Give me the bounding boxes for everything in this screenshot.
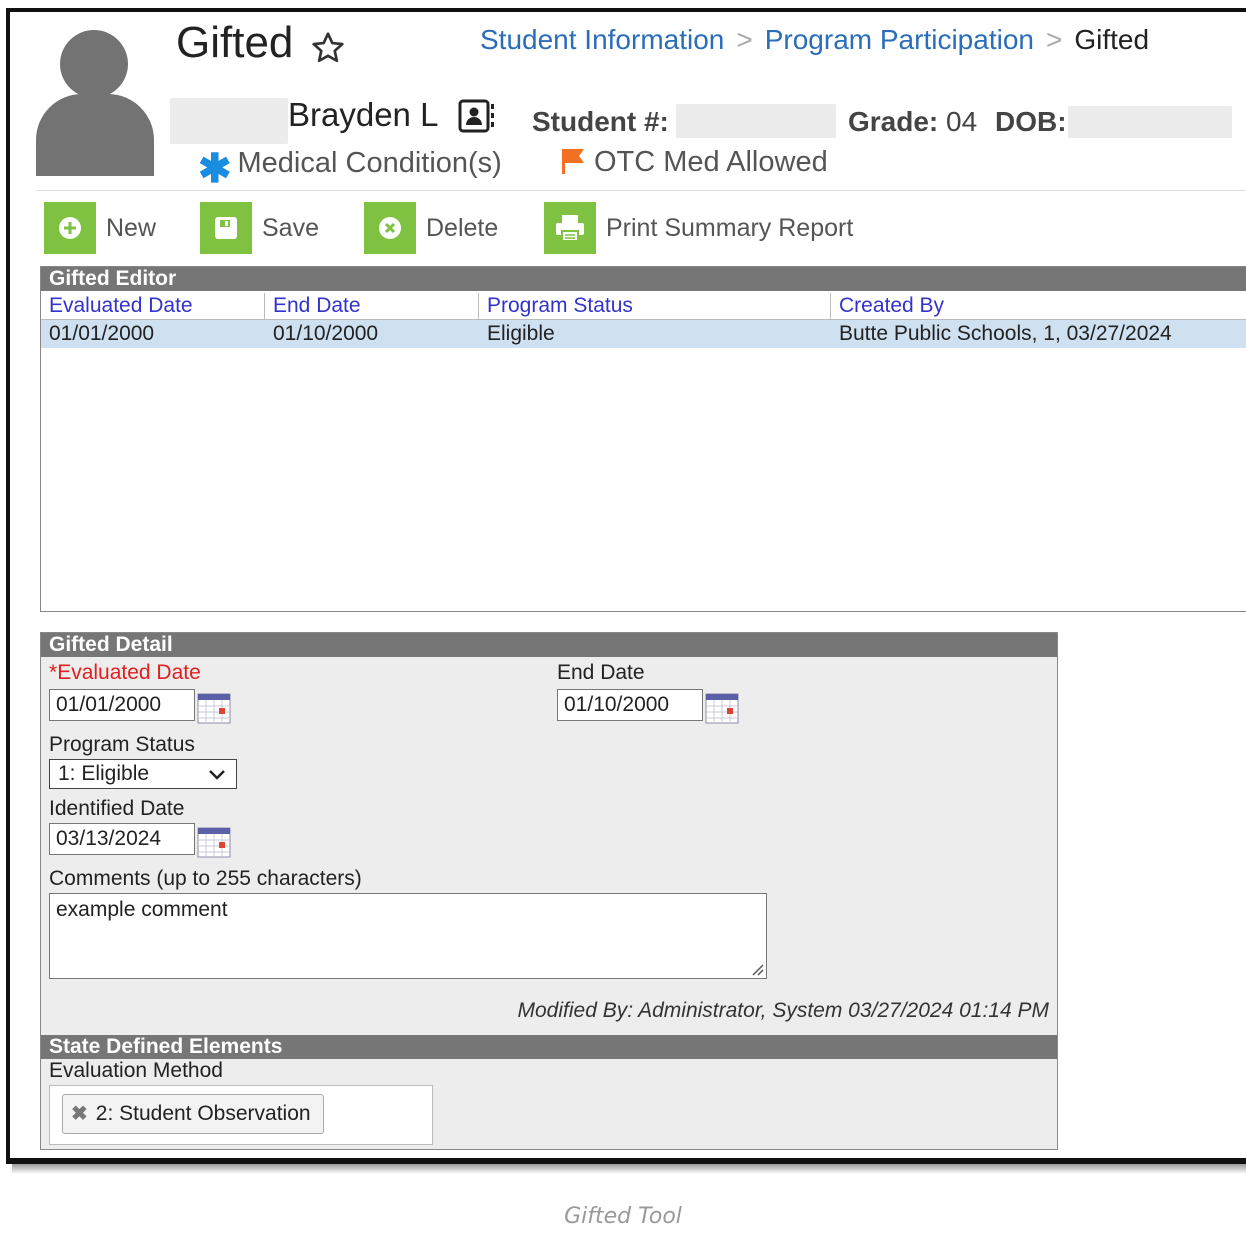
new-button[interactable]: New [44,202,156,254]
program-status-label: Program Status [49,733,195,756]
window-shadow [12,1164,1246,1174]
cell-end-date: 01/10/2000 [273,322,379,345]
print-button-label: Print Summary Report [606,213,854,242]
cell-program-status: Eligible [487,322,555,345]
print-summary-report-button[interactable]: Print Summary Report [544,202,853,254]
end-date-label: End Date [557,661,645,684]
dob-label: DOB: [995,106,1067,137]
redacted-dob [1068,106,1232,138]
otc-med-label: OTC Med Allowed [594,146,828,178]
grade-value: 04 [946,106,978,137]
breadcrumb: Student Information > Program Participatio… [480,24,1149,56]
evaluation-method-value: 2: Student Observation [95,1102,311,1125]
evaluated-date-label-text: Evaluated Date [57,661,201,684]
floppy-disk-icon [215,217,237,239]
comments-value: example comment [56,898,228,921]
breadcrumb-program-participation[interactable]: Program Participation [765,24,1034,55]
resize-handle-icon[interactable] [750,962,764,976]
program-status-value: 1: Eligible [58,762,150,785]
required-marker: * [49,661,58,684]
contact-card-icon[interactable] [456,96,496,136]
page-title: Gifted [176,18,294,67]
plus-circle-icon [59,217,81,239]
star-icon[interactable] [310,30,346,66]
cell-evaluated-date: 01/01/2000 [49,322,155,345]
calendar-icon[interactable] [197,825,231,859]
calendar-icon[interactable] [197,691,231,725]
evaluation-method-multiselect[interactable]: ✖ 2: Student Observation [49,1085,433,1145]
breadcrumb-student-information[interactable]: Student Information [480,24,724,55]
figure-caption: Gifted Tool [564,1204,682,1229]
identified-date-label: Identified Date [49,797,185,820]
student-name: Brayden L [288,96,439,133]
grade-label: Grade: [848,106,939,137]
evaluation-method-tag: ✖ 2: Student Observation [62,1094,324,1134]
gifted-detail-panel: Gifted Detail *Evaluated Date 01/01/2000… [40,632,1058,1150]
gifted-editor-panel: Gifted Editor Evaluated Date End Date Pr… [40,266,1246,612]
remove-tag-icon[interactable]: ✖ [71,1103,88,1125]
delete-button-label: Delete [426,213,499,242]
column-end-date[interactable]: End Date [265,293,479,319]
editor-grid-header: Evaluated Date End Date Program Status C… [41,293,1246,320]
state-defined-elements-title: State Defined Elements [41,1035,1057,1059]
end-date-input[interactable]: 01/10/2000 [557,689,703,721]
evaluated-date-input[interactable]: 01/01/2000 [49,689,195,721]
comments-label: Comments (up to 255 characters) [49,867,362,890]
redacted-student-number [676,104,836,138]
comments-textarea[interactable]: example comment [49,893,767,979]
chevron-down-icon [209,770,225,780]
column-created-by[interactable]: Created By [831,293,1246,319]
asterisk-icon: ✱ [198,147,232,191]
column-evaluated-date[interactable]: Evaluated Date [41,293,265,319]
chevron-right-icon: > [736,24,753,55]
redacted-first-name [170,98,288,144]
medical-condition-label: Medical Condition(s) [237,147,502,179]
breadcrumb-current: Gifted [1074,24,1150,55]
calendar-icon[interactable] [705,691,739,725]
gifted-editor-title: Gifted Editor [41,267,1246,291]
student-avatar [36,30,154,176]
new-button-label: New [106,213,157,242]
header-divider [36,190,1246,191]
modified-by-text: Modified By: Administrator, System 03/27… [517,999,1050,1022]
cell-created-by: Butte Public Schools, 1, 03/27/2024 [839,322,1172,345]
student-number-label: Student #: [532,106,669,137]
table-row[interactable]: 01/01/2000 01/10/2000 Eligible Butte Pub… [41,320,1246,348]
grade-info: Grade: 04 [848,106,977,138]
flag-icon [562,149,584,174]
delete-button[interactable]: Delete [364,202,498,254]
program-status-select[interactable]: 1: Eligible [49,759,237,789]
save-button[interactable]: Save [200,202,319,254]
evaluated-date-label: *Evaluated Date [49,661,201,685]
printer-icon [556,215,584,242]
otc-med-alert[interactable]: OTC Med Allowed [558,146,828,179]
identified-date-input[interactable]: 03/13/2024 [49,823,195,855]
gifted-detail-title: Gifted Detail [41,633,1057,657]
column-program-status[interactable]: Program Status [479,293,831,319]
x-circle-icon [379,217,401,239]
chevron-right-icon: > [1045,24,1063,55]
save-button-label: Save [262,213,319,242]
medical-condition-alert[interactable]: ✱ Medical Condition(s) [198,146,502,192]
evaluation-method-label: Evaluation Method [49,1059,223,1082]
